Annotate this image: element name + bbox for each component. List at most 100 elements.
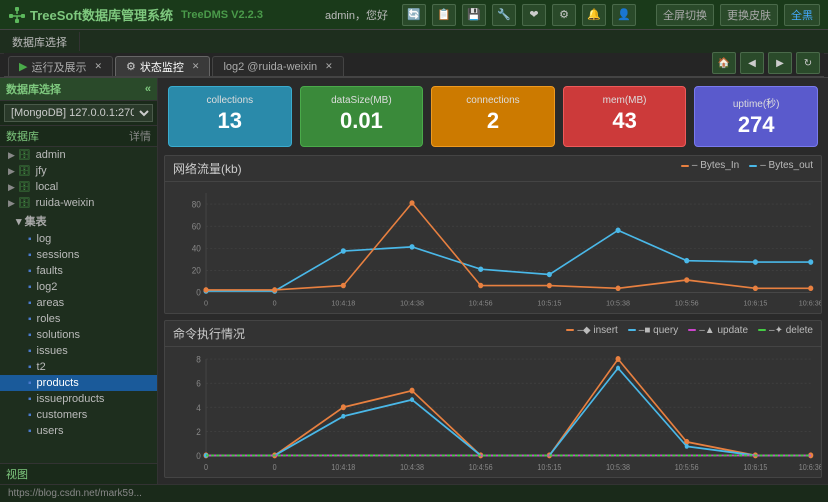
svg-text:10:5:38: 10:5:38 — [606, 298, 630, 307]
tree-item[interactable]: ▪issueproducts — [0, 391, 157, 407]
tab-run-close[interactable]: ✕ — [94, 61, 102, 72]
legend-insert: –◆ insert — [566, 325, 617, 336]
title-toolbar: admin，您好 🔄 📋 💾 🔧 ❤ ⚙ 🔔 👤 全屏切换 更换皮肤 全黑 — [325, 4, 820, 26]
title-bar: TreeSoft数据库管理系统 TreeDMS V2.2.3 admin，您好 … — [0, 0, 828, 30]
tree-item[interactable]: ▪users — [0, 423, 157, 439]
db-icon: 🗄 — [18, 166, 31, 177]
stats-row: collections13dataSize(MB)0.01connections… — [158, 78, 828, 155]
tree-label: jfy — [36, 165, 47, 177]
tree-arrow: ▶ — [8, 150, 15, 161]
legend-delete: –✦ delete — [758, 325, 813, 336]
tree-item[interactable]: ▪products — [0, 375, 157, 391]
table-icon: ▪ — [28, 266, 32, 277]
tree-label: sessions — [37, 249, 80, 261]
tree-label: ▾ 集表 — [16, 213, 47, 229]
db-select-dropdown[interactable]: [MongoDB] 127.0.0.1:270 — [4, 104, 153, 122]
icon-btn-4[interactable]: 🔧 — [492, 4, 516, 26]
svg-text:10:5:56: 10:5:56 — [675, 298, 699, 307]
stat-value: 2 — [487, 108, 499, 134]
tree-item[interactable]: ▪areas — [0, 295, 157, 311]
tree-item[interactable]: ▶🗄admin — [0, 147, 157, 163]
menu-bar: 数据库选择 — [0, 30, 79, 54]
table-icon: ▪ — [28, 410, 32, 421]
tree-item[interactable]: ▪faults — [0, 263, 157, 279]
network-chart-svg: 0 20 40 60 80 — [165, 182, 821, 314]
svg-text:2: 2 — [196, 426, 201, 437]
tab-run-label: 运行及展示 — [31, 59, 86, 75]
tree-item[interactable]: ▪issues — [0, 343, 157, 359]
tab-status[interactable]: ⚙ 状态监控 ✕ — [115, 56, 210, 76]
app-title: TreeSoft数据库管理系统 — [30, 5, 173, 24]
stat-value: 43 — [612, 108, 636, 134]
fullscreen-button[interactable]: 全屏切换 — [656, 4, 714, 26]
svg-text:0: 0 — [196, 287, 201, 297]
nav-forward-icon[interactable]: ▶ — [768, 52, 792, 74]
table-icon: ▪ — [28, 378, 32, 389]
tab-status-close[interactable]: ✕ — [192, 61, 200, 72]
table-icon: ▪ — [28, 250, 32, 261]
tree-item[interactable]: ▪solutions — [0, 327, 157, 343]
nav-back-icon[interactable]: ◀ — [740, 52, 764, 74]
icon-btn-8[interactable]: 👤 — [612, 4, 636, 26]
sidebar-collapse-btn[interactable]: « — [145, 83, 151, 95]
tree-item[interactable]: ▪ sessions — [0, 247, 157, 263]
tab-log2[interactable]: log2 @ruida-weixin ✕ — [212, 56, 343, 76]
svg-text:0: 0 — [204, 462, 209, 472]
tree-item[interactable]: ▪roles — [0, 311, 157, 327]
stat-card: connections2 — [431, 86, 555, 147]
tree-icon — [8, 6, 26, 24]
svg-text:0: 0 — [273, 298, 277, 307]
svg-text:10:4:56: 10:4:56 — [469, 462, 493, 472]
tree-item[interactable]: ▾ 集表 — [0, 211, 157, 231]
menu-db-select[interactable]: 数据库选择 — [4, 31, 75, 53]
tree-label: admin — [36, 149, 66, 161]
tab-log2-close[interactable]: ✕ — [325, 61, 333, 72]
svg-text:10:5:15: 10:5:15 — [537, 462, 561, 472]
table-icon: ▪ — [28, 234, 32, 245]
stat-card: dataSize(MB)0.01 — [300, 86, 424, 147]
icon-btn-2[interactable]: 📋 — [432, 4, 456, 26]
tree-label: local — [36, 181, 59, 193]
charts-area: 网络流量(kb) – Bytes_In – Bytes_out — [158, 155, 828, 484]
svg-text:6: 6 — [196, 378, 201, 389]
icon-btn-7[interactable]: 🔔 — [582, 4, 606, 26]
icon-btn-6[interactable]: ⚙ — [552, 4, 576, 26]
svg-text:10:4:18: 10:4:18 — [331, 462, 355, 472]
svg-text:10:5:38: 10:5:38 — [606, 462, 630, 472]
tree-label: issueproducts — [37, 393, 105, 405]
theme-button[interactable]: 全黑 — [784, 4, 820, 26]
network-chart: 网络流量(kb) – Bytes_In – Bytes_out — [164, 155, 822, 314]
network-chart-legend: – Bytes_In – Bytes_out — [681, 160, 813, 171]
stat-label: dataSize(MB) — [331, 95, 392, 106]
commands-chart-legend: –◆ insert –■ query –▲ update –✦ delete — [566, 325, 813, 336]
tree-item[interactable]: ▪t2 — [0, 359, 157, 375]
stat-label: uptime(秒) — [733, 95, 780, 110]
stat-label: collections — [206, 95, 253, 106]
tree-item[interactable]: ▶🗄jfy — [0, 163, 157, 179]
svg-text:4: 4 — [196, 402, 201, 413]
nav-home-icon[interactable]: 🏠 — [712, 52, 736, 74]
app-subtitle: TreeDMS V2.2.3 — [181, 9, 263, 21]
views-section: 视图 — [0, 463, 157, 484]
sidebar-header: 数据库选择 « — [0, 78, 157, 101]
tree-item[interactable]: ▶🗄ruida-weixin — [0, 195, 157, 211]
tree-item[interactable]: ▪log2 — [0, 279, 157, 295]
tree-label: log — [37, 233, 52, 245]
tree-item[interactable]: ▪customers — [0, 407, 157, 423]
tree-item[interactable]: ▪ log — [0, 231, 157, 247]
legend-bytes-in-label: – Bytes_In — [692, 160, 739, 171]
icon-btn-1[interactable]: 🔄 — [402, 4, 426, 26]
icon-btn-3[interactable]: 💾 — [462, 4, 486, 26]
section-detail-label: 详情 — [129, 128, 151, 144]
table-icon: ▪ — [28, 346, 32, 357]
tree-label: log2 — [37, 281, 58, 293]
legend-bytes-out: – Bytes_out — [749, 160, 813, 171]
skin-button[interactable]: 更换皮肤 — [720, 4, 778, 26]
svg-text:20: 20 — [192, 265, 201, 275]
tree-item[interactable]: ▶🗄local — [0, 179, 157, 195]
tree-label: solutions — [37, 329, 80, 341]
nav-refresh-icon[interactable]: ↻ — [796, 52, 820, 74]
tab-run[interactable]: ▶ 运行及展示 ✕ — [8, 56, 113, 76]
icon-btn-5[interactable]: ❤ — [522, 4, 546, 26]
stat-card: uptime(秒)274 — [694, 86, 818, 147]
